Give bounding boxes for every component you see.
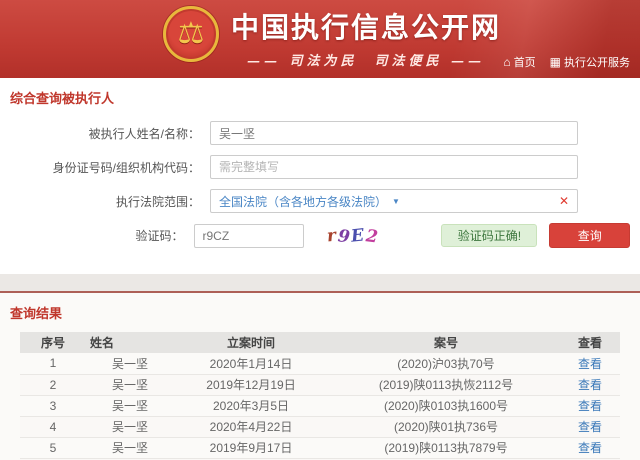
column-header-0: 序号 (20, 332, 86, 353)
cell-serial-no: 3 (20, 395, 86, 416)
cell-name: 吴一坚 (86, 395, 170, 416)
cell-serial-no: 5 (20, 437, 86, 458)
cell-serial-no: 4 (20, 416, 86, 437)
view-link[interactable]: 查看 (578, 441, 602, 455)
form-row-id-code: 身份证号码/组织机构代码： (10, 155, 630, 179)
top-nav: ⌂ 首页 ▦ 执行公开服务 (503, 54, 630, 70)
cell-name: 吴一坚 (86, 374, 170, 395)
grid-icon: ▦ (550, 55, 561, 69)
view-link[interactable]: 查看 (578, 378, 602, 392)
column-header-3: 案号 (332, 332, 560, 353)
site-title: 中国执行信息公开网 (231, 6, 501, 46)
cell-name: 吴一坚 (86, 353, 170, 374)
chevron-down-icon: ▼ (392, 197, 400, 206)
table-header-row: 序号姓名立案时间案号查看 (20, 332, 620, 353)
brand-text: 中国执行信息公开网 —— 司法为民 司法便民 —— (231, 6, 501, 69)
section-divider-band (0, 274, 640, 291)
court-scope-value: 全国法院（含各地方各级法院） (219, 193, 387, 210)
cell-filing-date: 2019年9月17日 (170, 437, 332, 458)
cell-view: 查看 (560, 395, 620, 416)
table-row: 1吴一坚2020年1月14日(2020)沪03执70号 查看 (20, 353, 620, 374)
cell-serial-no: 2 (20, 374, 86, 395)
id-code-input[interactable] (210, 155, 578, 179)
view-link[interactable]: 查看 (578, 357, 602, 371)
court-field-label: 执行法院范围： (10, 193, 210, 210)
cell-case-no: (2020)陕01执736号 (332, 416, 560, 437)
results-section: 查询结果 序号姓名立案时间案号查看 1吴一坚2020年1月14日(2020)沪0… (0, 293, 640, 460)
cell-filing-date: 2020年4月22日 (170, 416, 332, 437)
cell-filing-date: 2019年12月19日 (170, 374, 332, 395)
court-emblem-logo: ⚖ (163, 6, 219, 62)
site-brand: ⚖ 中国执行信息公开网 —— 司法为民 司法便民 —— (163, 6, 501, 69)
cell-view: 查看 (560, 374, 620, 395)
captcha-field-label: 验证码： (10, 227, 194, 244)
cell-serial-no: 1 (20, 353, 86, 374)
nav-enforcement-service[interactable]: ▦ 执行公开服务 (550, 54, 630, 70)
table-row: 4吴一坚2020年4月22日(2020)陕01执736号 查看 (20, 416, 620, 437)
column-header-2: 立案时间 (170, 332, 332, 353)
nav-home-label: 首页 (514, 54, 536, 70)
cell-view: 查看 (560, 437, 620, 458)
form-row-court: 执行法院范围： 全国法院（含各地方各级法院） ▼ ✕ (10, 189, 630, 213)
cell-view: 查看 (560, 416, 620, 437)
cell-filing-date: 2020年3月5日 (170, 395, 332, 416)
cell-name: 吴一坚 (86, 437, 170, 458)
column-header-1: 姓名 (86, 332, 170, 353)
cell-name: 吴一坚 (86, 416, 170, 437)
court-scope-select[interactable]: 全国法院（含各地方各级法院） ▼ ✕ (210, 189, 578, 213)
search-form: 被执行人姓名/名称： 身份证号码/组织机构代码： 执行法院范围： 全国法院（含各… (10, 121, 630, 248)
cell-case-no: (2019)陕0113执恢2112号 (332, 374, 560, 395)
query-button[interactable]: 查询 (549, 223, 630, 248)
captcha-input[interactable] (194, 224, 304, 248)
captcha-char: 2 (365, 226, 381, 248)
captcha-correct-badge: 验证码正确! (441, 224, 537, 247)
form-row-name: 被执行人姓名/名称： (10, 121, 630, 145)
form-row-captcha: 验证码： r9E2 验证码正确! 查询 (10, 223, 630, 248)
cell-case-no: (2019)陕0113执7879号 (332, 437, 560, 458)
table-row: 5吴一坚2019年9月17日(2019)陕0113执7879号 查看 (20, 437, 620, 458)
id-field-label: 身份证号码/组织机构代码： (10, 159, 210, 176)
table-row: 3吴一坚2020年3月5日(2020)陕0103执1600号 查看 (20, 395, 620, 416)
home-icon: ⌂ (503, 55, 510, 69)
site-slogan: —— 司法为民 司法便民 —— (231, 50, 501, 69)
results-section-title: 查询结果 (10, 303, 630, 322)
debtor-name-input[interactable] (210, 121, 578, 145)
nav-home[interactable]: ⌂ 首页 (503, 54, 535, 70)
results-table: 序号姓名立案时间案号查看 1吴一坚2020年1月14日(2020)沪03执70号… (20, 332, 620, 460)
cell-case-no: (2020)陕0103执1600号 (332, 395, 560, 416)
nav-service-label: 执行公开服务 (564, 54, 630, 70)
cell-view: 查看 (560, 353, 620, 374)
column-header-4: 查看 (560, 332, 620, 353)
view-link[interactable]: 查看 (578, 399, 602, 413)
search-form-section: 综合查询被执行人 被执行人姓名/名称： 身份证号码/组织机构代码： 执行法院范围… (0, 78, 640, 274)
view-link[interactable]: 查看 (578, 420, 602, 434)
name-field-label: 被执行人姓名/名称： (10, 125, 210, 142)
cell-filing-date: 2020年1月14日 (170, 353, 332, 374)
captcha-image[interactable]: r9E2 (322, 224, 386, 248)
site-header: ⚖ 中国执行信息公开网 —— 司法为民 司法便民 —— ⌂ 首页 ▦ 执行公开服… (0, 0, 640, 78)
cell-case-no: (2020)沪03执70号 (332, 353, 560, 374)
scales-of-justice-icon: ⚖ (178, 19, 205, 49)
table-row: 2吴一坚2019年12月19日(2019)陕0113执恢2112号 查看 (20, 374, 620, 395)
clear-selection-icon[interactable]: ✕ (559, 194, 569, 208)
search-section-title: 综合查询被执行人 (10, 88, 630, 107)
